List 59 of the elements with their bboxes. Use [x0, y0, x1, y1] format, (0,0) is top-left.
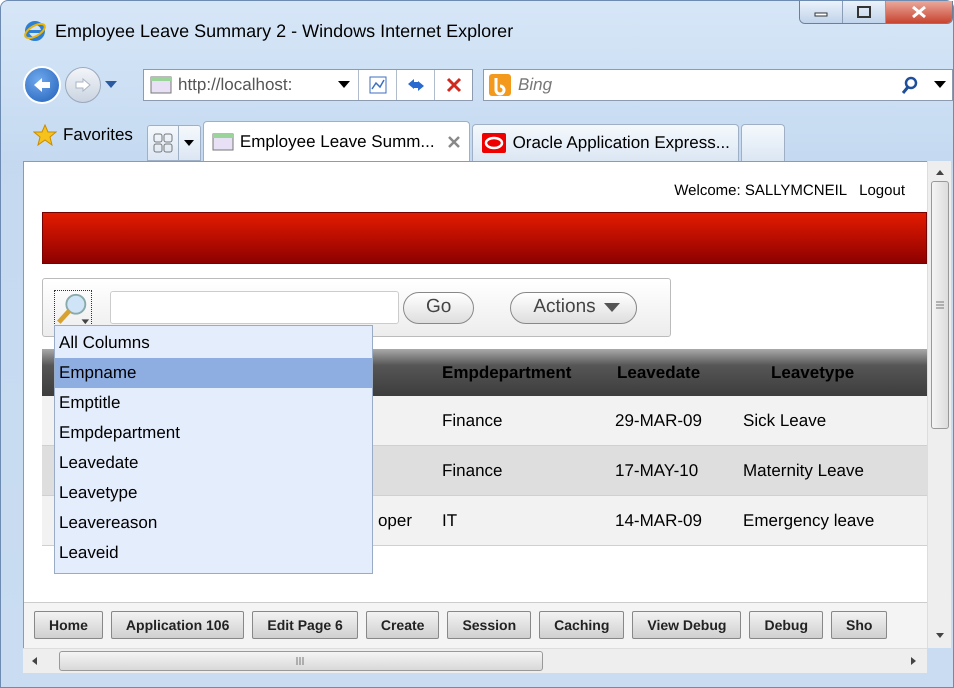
- favorites-button[interactable]: Favorites: [23, 113, 147, 157]
- search-field[interactable]: Bing: [512, 71, 900, 99]
- scrollbar-thumb[interactable]: [59, 651, 543, 671]
- window-title: Employee Leave Summary 2 - Windows Internet Explorer: [55, 20, 514, 43]
- site-logo-icon: [480, 132, 507, 154]
- toolbar-button[interactable]: Caching: [539, 611, 624, 639]
- table-cell: Finance: [442, 410, 502, 430]
- browser-tab[interactable]: Oracle Application Express...: [472, 124, 739, 161]
- search-input[interactable]: [110, 291, 399, 324]
- toolbar-button[interactable]: View Debug: [632, 611, 742, 639]
- dropdown-icon[interactable]: [934, 81, 946, 89]
- menu-item[interactable]: Leavedate: [55, 448, 372, 478]
- toolbar-button[interactable]: Create: [366, 611, 440, 639]
- browser-logo-icon: [23, 19, 47, 43]
- dropdown-icon[interactable]: [338, 81, 350, 89]
- toolbar-button[interactable]: Application 106: [110, 611, 244, 639]
- toolbar-button[interactable]: Sho: [831, 611, 888, 639]
- scrollbar-thumb[interactable]: [930, 181, 948, 429]
- table-cell: Maternity Leave: [743, 460, 864, 480]
- toolbar-button[interactable]: Edit Page 6: [252, 611, 358, 639]
- table-cell-text: oper: [376, 510, 413, 532]
- browser-tab[interactable]: Employee Leave Summ...: [202, 121, 470, 161]
- table-cell: 29-MAR-09: [615, 410, 702, 430]
- close-tab-icon[interactable]: [446, 134, 461, 148]
- go-button[interactable]: Go: [403, 292, 474, 324]
- menu-item[interactable]: Empdepartment: [55, 418, 372, 448]
- maximize-icon: [857, 6, 871, 18]
- toolbar-button[interactable]: Home: [34, 611, 103, 639]
- logout-link[interactable]: Logout: [859, 180, 905, 206]
- welcome-text: Welcome: SALLYMCNEIL: [674, 181, 848, 201]
- arrow-left-icon: [32, 76, 52, 94]
- toolbar-button[interactable]: Session: [447, 611, 532, 639]
- table-cell: Sick Leave: [743, 410, 826, 430]
- toolbar-button[interactable]: Debug: [749, 611, 824, 639]
- close-button[interactable]: [886, 1, 952, 23]
- menu-item[interactable]: Leavereason: [55, 508, 372, 538]
- menu-item[interactable]: Leaveid: [55, 538, 372, 568]
- search-icon[interactable]: [900, 75, 920, 95]
- menu-item[interactable]: Empname: [55, 358, 372, 388]
- maximize-button[interactable]: [843, 1, 886, 23]
- menu-item[interactable]: Leavetype: [55, 478, 372, 508]
- arrow-right-icon: [74, 77, 92, 93]
- page-icon: [150, 75, 172, 95]
- page-icon: [212, 132, 234, 152]
- table-cell: 14-MAR-09: [615, 510, 702, 530]
- actions-button[interactable]: Actions: [510, 292, 637, 324]
- table-cell: IT: [442, 510, 458, 530]
- table-cell: Finance: [442, 460, 502, 480]
- menu-item[interactable]: All Columns: [55, 328, 372, 358]
- search-box[interactable]: Bing: [483, 69, 953, 101]
- star-icon: [33, 124, 57, 146]
- menu-item[interactable]: Emptitle: [55, 388, 372, 418]
- table-cell: Emergency leave: [743, 510, 874, 530]
- minimize-button[interactable]: [800, 1, 843, 23]
- caret-icon: [604, 302, 620, 312]
- back-button[interactable]: [23, 66, 61, 104]
- close-icon: [911, 5, 927, 19]
- address-field[interactable]: http://localhost:: [172, 72, 338, 98]
- table-cell: 17-MAY-10: [615, 460, 698, 480]
